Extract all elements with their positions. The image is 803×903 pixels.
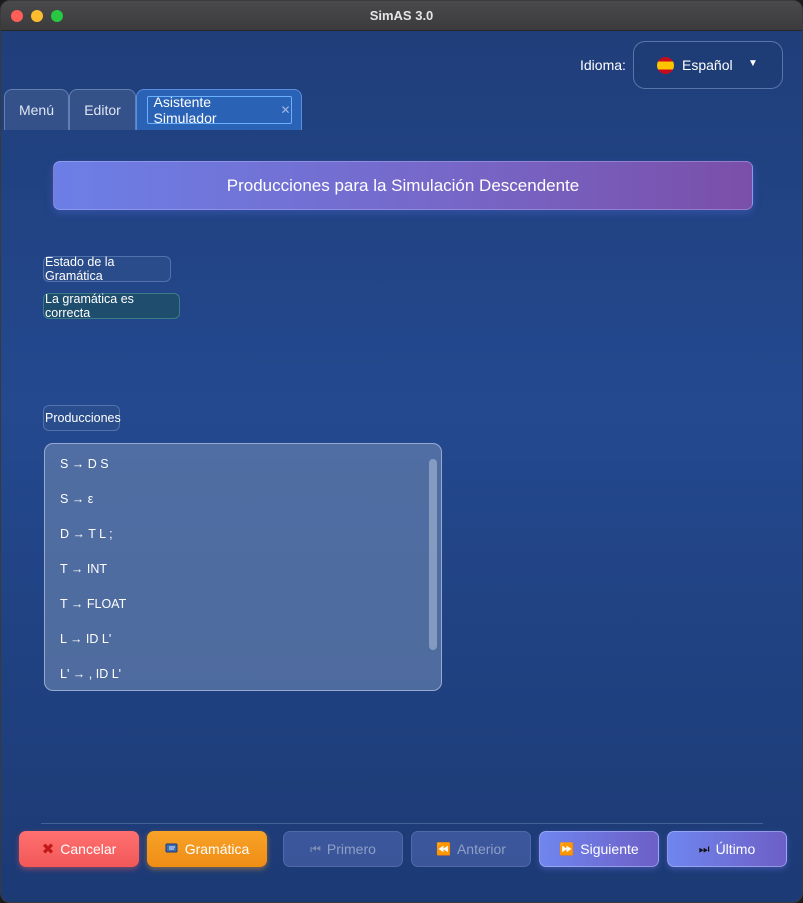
list-item[interactable]: S → D S <box>60 457 109 471</box>
title-bar: SimAS 3.0 <box>1 1 802 31</box>
grammar-button[interactable]: Gramática <box>147 831 267 867</box>
page-title: Producciones para la Simulación Descende… <box>53 161 753 210</box>
window-title: SimAS 3.0 <box>369 8 434 23</box>
previous-button[interactable]: ⏪ Anterior <box>411 831 531 867</box>
productions-label: Producciones <box>43 405 121 431</box>
tab-simulator-assistant-label: Asistente Simulador <box>153 94 217 126</box>
language-select[interactable]: Español ▼ <box>633 41 783 89</box>
grammar-doc-icon <box>165 842 179 856</box>
cancel-button-label: Cancelar <box>60 841 117 857</box>
next-button[interactable]: ⏩ Siguiente <box>539 831 659 867</box>
language-label: Idioma: <box>580 57 626 73</box>
first-button-label: Primero <box>326 841 376 857</box>
productions-list[interactable]: S → D S S → ε D → T L ; T → INT T → FLOA… <box>44 443 442 691</box>
footer-divider <box>41 823 763 824</box>
fast-forward-icon: ⏩ <box>559 842 575 856</box>
cancel-button[interactable]: ✖ Cancelar <box>19 831 139 867</box>
list-item[interactable]: T → INT <box>60 562 107 576</box>
list-item[interactable]: D → T L ; <box>60 527 113 541</box>
spain-flag-icon <box>657 57 674 74</box>
list-item[interactable]: S → ε <box>60 492 93 506</box>
rewind-icon: ⏪ <box>436 842 451 856</box>
skip-first-icon: ⏮ <box>310 842 321 856</box>
tab-simulator-assistant-focus: Asistente Simulador ✕ <box>146 94 292 126</box>
list-item[interactable]: L' → , ID L' <box>60 667 121 681</box>
tab-editor-label: Editor <box>84 102 121 118</box>
grammar-button-label: Gramática <box>184 841 250 857</box>
app-window: SimAS 3.0 Idioma: Español ▼ Menú Editor … <box>0 0 803 903</box>
tab-menu[interactable]: Menú <box>4 89 69 130</box>
caret-down-icon: ▼ <box>748 58 758 69</box>
previous-button-label: Anterior <box>456 841 506 857</box>
tab-menu-label: Menú <box>18 102 55 118</box>
language-value: Español <box>682 57 733 73</box>
list-item[interactable]: L → ID L' <box>60 632 111 646</box>
grammar-status-badge: La gramática es correcta <box>43 292 180 320</box>
tab-simulator-assistant[interactable]: Asistente Simulador ✕ <box>136 89 302 130</box>
grammar-state-label: Estado de la Gramática <box>43 255 171 283</box>
last-button-label: Último <box>715 841 756 857</box>
first-button[interactable]: ⏮ Primero <box>283 831 403 867</box>
tab-editor[interactable]: Editor <box>69 89 136 130</box>
next-button-label: Siguiente <box>580 841 639 857</box>
last-button[interactable]: ⏭ Último <box>667 831 787 867</box>
close-tab-icon[interactable]: ✕ <box>280 103 290 117</box>
list-scrollbar[interactable] <box>429 459 437 650</box>
skip-last-icon: ⏭ <box>698 842 710 856</box>
cross-icon: ✖ <box>41 840 55 858</box>
list-item[interactable]: T → FLOAT <box>60 597 126 611</box>
